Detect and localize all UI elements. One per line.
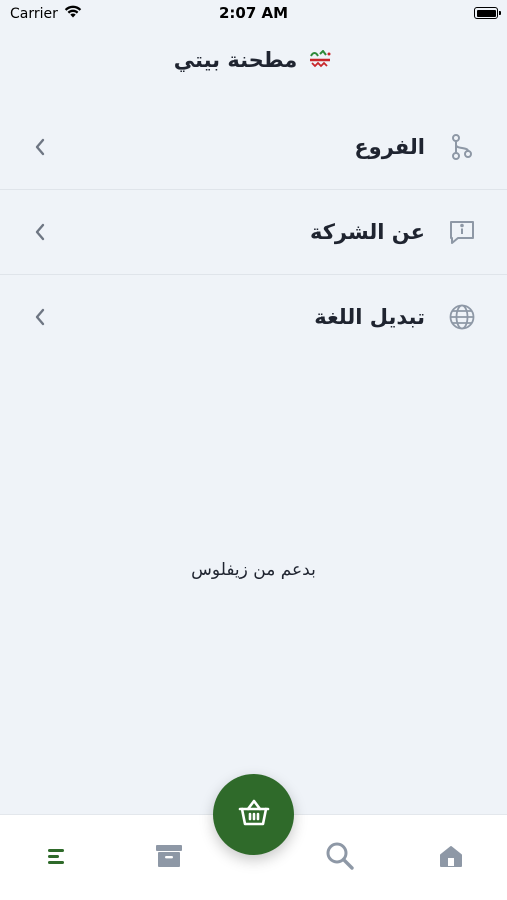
status-time: 2:07 AM <box>218 4 289 22</box>
powered-by-text: بدعم من زيفلوس <box>191 560 316 580</box>
menu-item-label: عن الشركة <box>309 220 425 244</box>
menu-item-change-language[interactable]: تبديل اللغة <box>0 274 507 359</box>
basket-icon <box>237 798 271 832</box>
status-bar: Carrier 2:07 AM <box>0 0 507 28</box>
archive-icon <box>154 843 184 873</box>
tab-menu[interactable] <box>40 841 74 875</box>
branches-icon <box>447 132 477 162</box>
page-title: مطحنة بيتي <box>173 48 298 72</box>
tab-home[interactable] <box>434 841 468 875</box>
cart-button[interactable] <box>213 774 294 855</box>
menu-item-about-company[interactable]: عن الشركة <box>0 189 507 274</box>
globe-icon <box>447 302 477 332</box>
home-icon <box>438 844 464 872</box>
chevron-left-icon <box>30 222 50 242</box>
menu-item-label: الفروع <box>354 134 425 159</box>
app-header: مطحنة بيتي <box>0 42 507 78</box>
chevron-left-icon <box>30 137 50 157</box>
tab-orders[interactable] <box>152 841 186 875</box>
brand-logo-icon <box>307 49 333 70</box>
tab-search[interactable] <box>323 841 357 875</box>
menu-item-branches[interactable]: الفروع <box>0 104 507 189</box>
menu-item-label: تبديل اللغة <box>314 305 425 329</box>
settings-menu: الفروع عن الشركة تبديل اللغة <box>0 104 507 359</box>
chevron-left-icon <box>30 307 50 327</box>
info-message-icon <box>447 217 477 247</box>
search-icon <box>325 841 355 875</box>
battery-icon <box>474 7 501 19</box>
menu-lines-icon <box>45 846 69 870</box>
